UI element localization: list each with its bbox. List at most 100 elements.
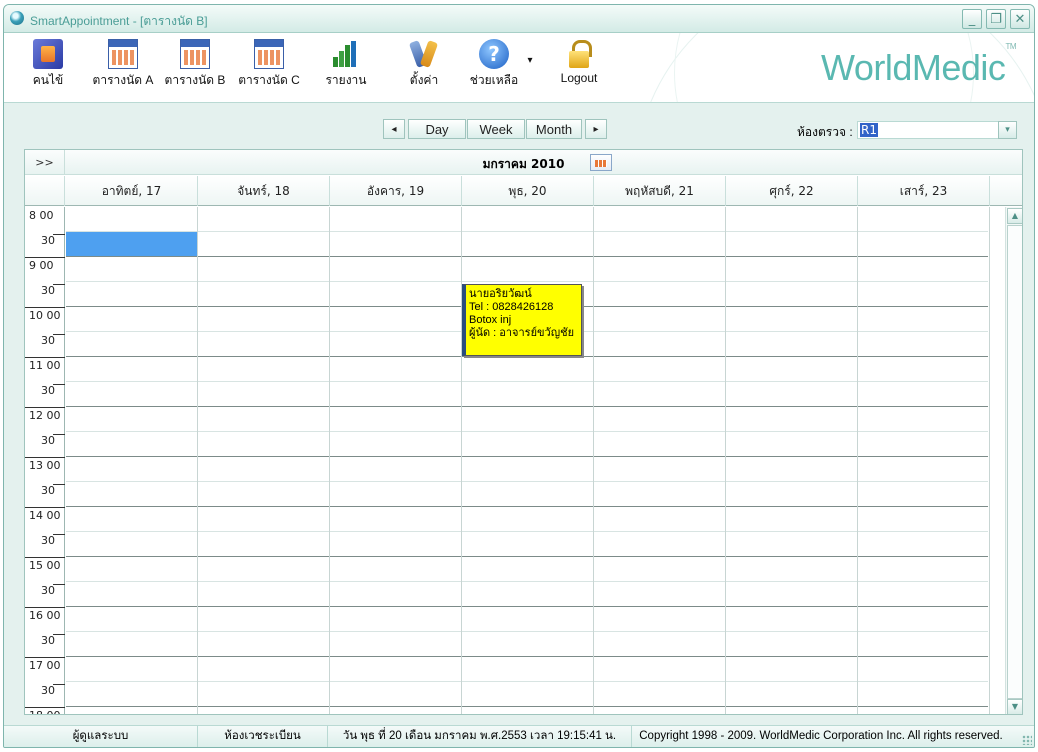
hour-label: 13 00	[29, 459, 61, 472]
time-grid[interactable]: 8 00 30 9 00 30 10 00 30 11 00 30 12 00 30 13 00 30…	[25, 207, 1005, 714]
half-hour-label: 30	[25, 234, 65, 259]
room-value: R1	[860, 123, 878, 137]
time-slot-row[interactable]	[66, 682, 988, 707]
day-header[interactable]: ศุกร์, 22	[726, 176, 858, 206]
status-user: ผู้ดูแลระบบ	[4, 726, 198, 747]
hour-divider	[25, 407, 65, 408]
tools-icon	[409, 39, 439, 69]
selected-time-slot[interactable]	[66, 232, 197, 256]
hour-label: 17 00	[29, 659, 61, 672]
time-slot-row[interactable]	[66, 532, 988, 557]
toolbar-schedule-a-button[interactable]: ตารางนัด A	[88, 39, 158, 90]
resize-grip-icon[interactable]	[1022, 735, 1032, 745]
chevron-down-icon: ▾	[1005, 125, 1010, 135]
toolbar-logout-button[interactable]: Logout	[549, 39, 609, 85]
hour-label: 15 00	[29, 559, 61, 572]
room-select-input[interactable]: R1	[857, 121, 1017, 139]
toolbar-schedule-c-button[interactable]: ตารางนัด C	[234, 39, 304, 90]
day-header-row: อาทิตย์, 17 จันทร์, 18 อังคาร, 19 พุธ, 20 พฤ…	[25, 176, 1022, 206]
day-header[interactable]: พฤหัสบดี, 21	[594, 176, 726, 206]
day-header[interactable]: อาทิตย์, 17	[66, 176, 198, 206]
lock-icon	[564, 39, 594, 69]
toolbar-item-label: รายงาน	[325, 73, 367, 87]
time-slot-row[interactable]	[66, 607, 988, 632]
date-picker-calendar-icon[interactable]	[590, 154, 612, 171]
patient-book-icon	[33, 39, 63, 69]
time-slot-row[interactable]	[66, 507, 988, 532]
appointment-tel: Tel : 0828426128	[469, 301, 554, 313]
time-slot-row[interactable]	[66, 707, 988, 714]
window-title: SmartAppointment - [ตารางนัด B]	[30, 14, 208, 28]
time-slot-row[interactable]	[66, 407, 988, 432]
week-calendar: >> มกราคม 2010 อาทิตย์, 17 จันทร์, 18 อังค…	[24, 149, 1023, 715]
toolbar-patient-button[interactable]: คนไข้	[18, 39, 78, 90]
toolbar: คนไข้ ตารางนัด A ตารางนัด B ตารางนัด C ร…	[4, 33, 1034, 103]
time-slot-row[interactable]	[66, 207, 988, 232]
half-hour-label: 30	[25, 684, 65, 709]
time-slot-row[interactable]	[66, 482, 988, 507]
month-view-button[interactable]: Month	[526, 119, 582, 139]
toolbar-help-button[interactable]: ? ช่วยเหลือ	[464, 39, 524, 90]
minimize-button[interactable]: _	[962, 9, 982, 29]
time-slot-row[interactable]	[66, 582, 988, 607]
day-header[interactable]: จันทร์, 18	[198, 176, 330, 206]
calendar-icon	[108, 39, 138, 69]
half-hour-label: 30	[25, 584, 65, 609]
half-hour-label: 30	[25, 384, 65, 409]
toolbar-item-label: ตารางนัด A	[92, 73, 154, 87]
toolbar-settings-button[interactable]: ตั้งค่า	[394, 39, 454, 90]
day-header[interactable]: อังคาร, 19	[330, 176, 462, 206]
time-slot-row[interactable]	[66, 232, 988, 257]
time-slot-row[interactable]	[66, 432, 988, 457]
hour-label: 18 00	[25, 709, 65, 714]
day-column-divider	[725, 207, 726, 714]
status-copyright: Copyright 1998 - 2009. WorldMedic Corpor…	[639, 730, 1003, 742]
calendar-icon	[254, 39, 284, 69]
help-icon: ?	[479, 39, 509, 69]
half-hour-label: 30	[25, 334, 65, 359]
toolbar-item-label: ตารางนัด B	[164, 73, 226, 87]
time-slot-row[interactable]	[66, 457, 988, 482]
day-header[interactable]: พุธ, 20	[462, 176, 594, 206]
time-slot-row[interactable]	[66, 382, 988, 407]
week-view-button[interactable]: Week	[467, 119, 525, 139]
time-slot-row[interactable]	[66, 257, 988, 282]
month-title: มกราคม 2010	[482, 157, 565, 171]
maximize-button[interactable]: ❐	[986, 9, 1006, 29]
hour-label: 9 00	[29, 259, 54, 272]
vertical-scrollbar[interactable]: ▲ ▼	[1005, 207, 1022, 714]
scroll-down-arrow-icon[interactable]: ▼	[1007, 699, 1022, 714]
toolbar-item-label: ช่วยเหลือ	[469, 73, 519, 87]
toolbar-report-button[interactable]: รายงาน	[316, 39, 376, 90]
scrollbar-thumb[interactable]	[1007, 225, 1022, 699]
half-hour-label: 30	[25, 534, 65, 559]
day-header[interactable]: เสาร์, 23	[858, 176, 990, 206]
title-bar: SmartAppointment - [ตารางนัด B] _ ❐ ✕	[4, 5, 1034, 33]
day-column-divider	[197, 207, 198, 714]
time-slot-row[interactable]	[66, 357, 988, 382]
brand-logo: WorldMedicTM	[821, 42, 1016, 89]
time-slot-row[interactable]	[66, 557, 988, 582]
hour-divider	[25, 507, 65, 508]
appointment-card[interactable]: นายอริยวัฒน์ Tel : 0828426128 Botox inj …	[462, 284, 582, 356]
time-slot-row[interactable]	[66, 657, 988, 682]
trademark: TM	[1005, 42, 1016, 51]
prev-week-button[interactable]: ◂	[383, 119, 405, 139]
room-dropdown-button[interactable]: ▾	[998, 121, 1017, 139]
day-view-button[interactable]: Day	[408, 119, 466, 139]
next-week-button[interactable]: ▸	[585, 119, 607, 139]
toolbar-schedule-b-button[interactable]: ตารางนัด B	[160, 39, 230, 90]
scroll-up-arrow-icon[interactable]: ▲	[1007, 208, 1022, 224]
close-button[interactable]: ✕	[1010, 9, 1030, 29]
help-dropdown-arrow-icon[interactable]: ▾	[525, 55, 535, 66]
appointment-booked-by: ผู้นัด : อาจารย์ขวัญชัย	[469, 327, 575, 339]
half-hour-label: 30	[25, 484, 65, 509]
half-hour-label: 30	[25, 634, 65, 659]
day-column-divider	[593, 207, 594, 714]
half-hour-label: 30	[25, 284, 65, 309]
day-column-divider	[989, 207, 990, 714]
hour-divider	[25, 607, 65, 608]
time-slot-row[interactable]	[66, 632, 988, 657]
status-datetime: วัน พุธ ที่ 20 เดือน มกราคม พ.ศ.2553 เวล…	[328, 726, 632, 747]
toolbar-item-label: คนไข้	[32, 73, 64, 87]
